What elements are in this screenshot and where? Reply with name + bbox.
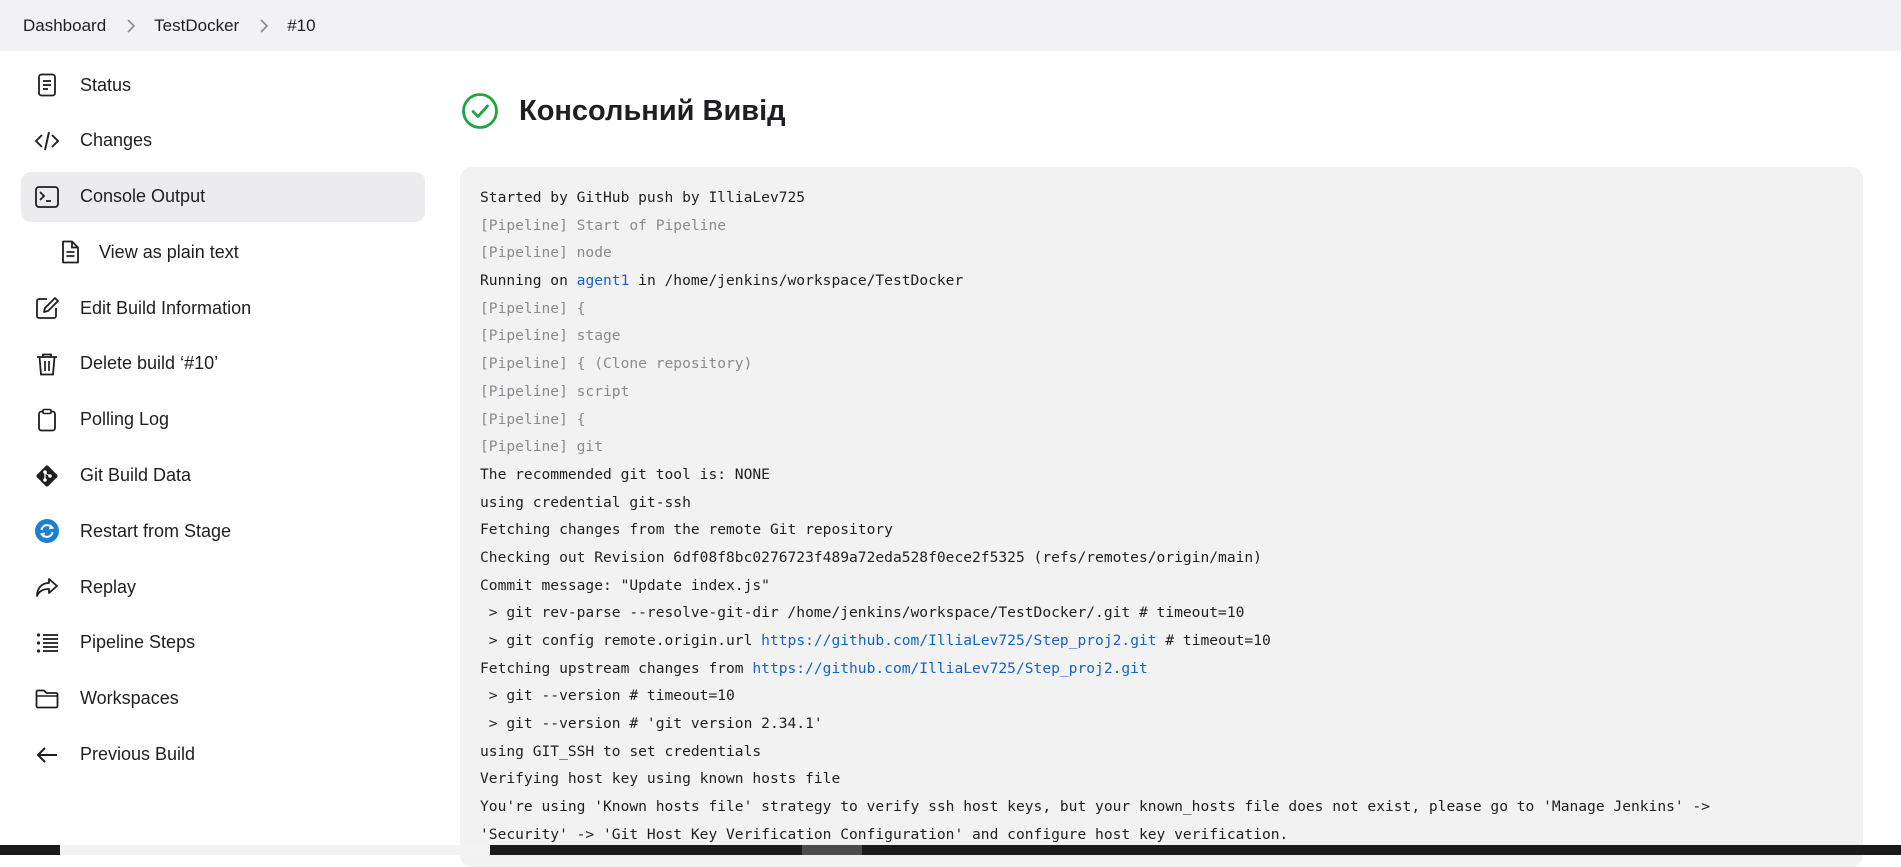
- sidebar-item-git-build-data[interactable]: Git Build Data: [21, 451, 425, 501]
- console-line: [Pipeline] node: [480, 244, 612, 262]
- sidebar-item-view-as-plain-text[interactable]: View as plain text: [21, 227, 425, 277]
- chevron-right-icon: [127, 18, 136, 33]
- console-line: [Pipeline] Start of Pipeline: [480, 216, 727, 234]
- breadcrumb-build-number[interactable]: #10: [287, 16, 315, 36]
- file-icon: [57, 239, 83, 265]
- sidebar-item-pipeline-steps[interactable]: Pipeline Steps: [21, 618, 425, 668]
- page-header: Консольний Вивід: [461, 92, 786, 130]
- taskbar-search[interactable]: [60, 845, 490, 855]
- replay-icon: [34, 574, 60, 600]
- restart-icon: [34, 518, 60, 544]
- console-text: Fetching upstream changes from: [480, 659, 753, 677]
- console-line: Started by GitHub push by IlliaLev725: [480, 189, 806, 206]
- steps-icon: [34, 630, 60, 656]
- sidebar-item-label: Replay: [80, 576, 137, 597]
- success-check-icon: [462, 93, 498, 129]
- breadcrumb: Dashboard TestDocker #10: [0, 0, 1901, 51]
- console-line: > git rev-parse --resolve-git-dir /home/…: [480, 604, 1245, 622]
- sidebar-item-label: Pipeline Steps: [80, 632, 196, 653]
- sidebar-item-delete-build[interactable]: Delete build ‘#10’: [21, 339, 425, 389]
- sidebar-item-changes[interactable]: Changes: [21, 116, 425, 166]
- sidebar-item-restart-from-stage[interactable]: Restart from Stage: [21, 506, 425, 556]
- sidebar-item-label: Restart from Stage: [80, 520, 232, 541]
- console-line: [Pipeline] git: [480, 438, 604, 456]
- sidebar-item-label: Delete build ‘#10’: [80, 353, 219, 374]
- taskbar: [0, 845, 1901, 855]
- document-icon: [34, 72, 60, 98]
- edit-icon: [34, 295, 60, 321]
- sidebar-item-label: Status: [80, 74, 132, 95]
- console-text: # timeout=10: [1156, 632, 1271, 649]
- sidebar-item-replay[interactable]: Replay: [21, 562, 425, 612]
- console-link[interactable]: https://github.com/IlliaLev725/Step_proj…: [752, 660, 1147, 677]
- console-line: Fetching changes from the remote Git rep…: [480, 521, 893, 539]
- console-text: in /home/jenkins/workspace/TestDocker: [629, 272, 964, 290]
- console-link[interactable]: agent1: [577, 272, 630, 289]
- clipboard-icon: [34, 407, 60, 433]
- sidebar-item-label: Edit Build Information: [80, 297, 252, 318]
- sidebar-item-label: Console Output: [80, 186, 206, 207]
- console-line: using credential git-ssh: [480, 493, 691, 511]
- console-output: Started by GitHub push by IlliaLev725 [Pi…: [460, 167, 1863, 867]
- folder-icon: [34, 686, 60, 712]
- sidebar-item-status[interactable]: Status: [21, 60, 425, 110]
- git-icon: [34, 463, 60, 489]
- sidebar-item-workspaces[interactable]: Workspaces: [21, 674, 425, 724]
- code-icon: [34, 128, 60, 154]
- console-line: > git --version # timeout=10: [480, 687, 735, 705]
- console-line: [Pipeline] script: [480, 382, 630, 400]
- console-text: > git config remote.origin.url: [480, 632, 762, 649]
- sidebar-item-polling-log[interactable]: Polling Log: [21, 395, 425, 445]
- console-line: Running on agent1 in /home/jenkins/works…: [480, 267, 1863, 295]
- console-line: [Pipeline] {: [480, 299, 586, 317]
- sidebar-item-label: Changes: [80, 130, 153, 151]
- console-line: You're using 'Known hosts file' strategy…: [480, 798, 1711, 816]
- console-line: [Pipeline] { (Clone repository): [480, 355, 753, 373]
- sidebar-item-previous-build[interactable]: Previous Build: [21, 730, 425, 780]
- console-line: using GIT_SSH to set credentials: [480, 742, 762, 760]
- sidebar-item-label: Workspaces: [80, 688, 179, 709]
- breadcrumb-dashboard[interactable]: Dashboard: [23, 16, 106, 36]
- console-line: The recommended git tool is: NONE: [480, 465, 770, 483]
- sidebar-item-label: Previous Build: [80, 744, 196, 765]
- sidebar-item-label: Polling Log: [80, 409, 170, 430]
- sidebar-item-edit-build-information[interactable]: Edit Build Information: [21, 283, 425, 333]
- sidebar-item-console-output[interactable]: Console Output: [21, 171, 425, 222]
- console-line: Fetching upstream changes from https://g…: [480, 655, 1863, 683]
- console-line: Commit message: "Update index.js": [480, 576, 770, 594]
- breadcrumb-testdocker[interactable]: TestDocker: [154, 16, 239, 36]
- page-title: Консольний Вивід: [519, 94, 786, 127]
- console-line: [Pipeline] stage: [480, 327, 621, 345]
- taskbar-app[interactable]: [802, 845, 862, 855]
- console-line: Verifying host key using known hosts fil…: [480, 770, 841, 788]
- console-line: > git config remote.origin.url https://g…: [480, 627, 1863, 655]
- arrow-left-icon: [34, 742, 60, 768]
- sidebar: Status Changes Console Output View as pl…: [21, 60, 425, 785]
- sidebar-item-label: Git Build Data: [80, 465, 192, 486]
- chevron-right-icon: [260, 18, 269, 33]
- terminal-icon: [34, 184, 60, 210]
- console-line: > git --version # 'git version 2.34.1': [480, 715, 823, 733]
- console-text: Running on: [480, 272, 577, 290]
- trash-icon: [34, 351, 60, 377]
- sidebar-item-label: View as plain text: [99, 241, 239, 262]
- console-line: [Pipeline] {: [480, 410, 586, 428]
- console-link[interactable]: https://github.com/IlliaLev725/Step_proj…: [761, 632, 1156, 649]
- console-line: Checking out Revision 6df08f8bc0276723f4…: [480, 548, 1262, 566]
